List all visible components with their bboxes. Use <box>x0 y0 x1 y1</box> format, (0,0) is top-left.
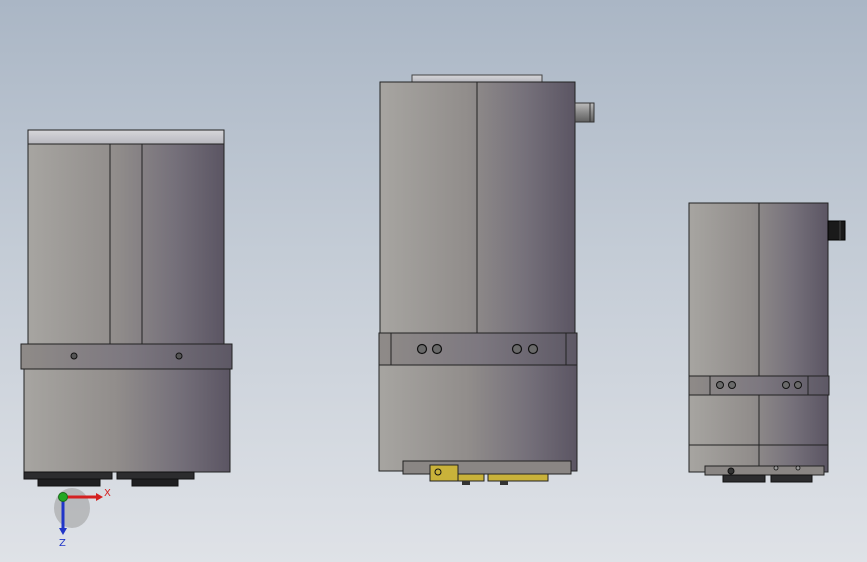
screw-hole <box>795 465 801 471</box>
connector-plate <box>704 465 825 476</box>
z-axis-label: Z <box>59 538 66 549</box>
connector-pin <box>500 481 508 485</box>
screw-hole <box>728 381 736 389</box>
camera-body-middle[interactable] <box>378 74 595 485</box>
base-foot <box>116 471 195 480</box>
base-foot <box>37 478 101 487</box>
clamp-ring <box>20 343 233 370</box>
screw-hole <box>511 343 523 355</box>
x-axis-arrowhead <box>96 493 103 501</box>
screw-hole <box>794 381 802 389</box>
screw-hole <box>416 343 428 355</box>
cad-viewport[interactable]: X Z <box>0 0 867 562</box>
connector-yellow <box>487 473 549 482</box>
connector-knob[interactable] <box>574 102 595 123</box>
base-foot <box>770 474 813 483</box>
connector-screw <box>727 467 735 475</box>
camera-body-left[interactable] <box>20 129 233 487</box>
connector-yellow <box>457 473 485 482</box>
top-cap <box>411 74 543 83</box>
coordinate-triad: X Z <box>54 488 111 549</box>
upper-housing <box>27 143 225 345</box>
connector-screw <box>434 468 442 476</box>
x-axis-label: X <box>104 488 111 499</box>
z-axis-arrowhead <box>59 528 67 535</box>
lower-housing <box>23 368 231 473</box>
lower-housing <box>378 364 578 472</box>
clamp-ring <box>378 332 578 366</box>
base-foot <box>23 471 113 480</box>
y-axis-dot <box>58 492 68 502</box>
screw-hole <box>773 465 779 471</box>
camera-body-right[interactable] <box>688 202 846 483</box>
screw-hole <box>175 352 183 360</box>
connector-pin <box>462 481 470 485</box>
top-cap <box>27 129 225 145</box>
screw-hole <box>782 381 790 389</box>
base-foot <box>722 474 766 483</box>
screw-hole <box>716 381 724 389</box>
screw-hole <box>431 343 443 355</box>
connector-plate <box>402 460 572 475</box>
connector-knob[interactable] <box>827 220 846 241</box>
connector-yellow <box>429 464 459 482</box>
screw-hole <box>70 352 78 360</box>
base-foot <box>131 478 179 487</box>
screw-hole <box>527 343 539 355</box>
